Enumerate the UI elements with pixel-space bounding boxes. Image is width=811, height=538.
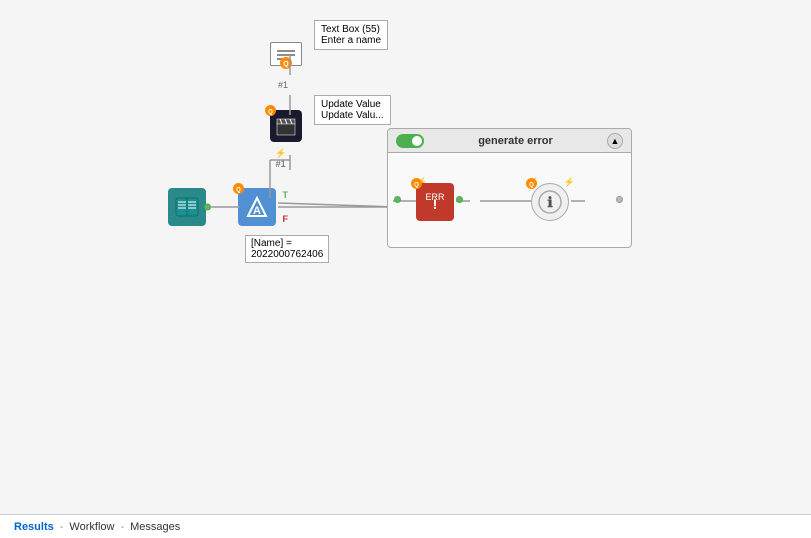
textbox-badge-icon: Q <box>279 56 293 70</box>
textbox-num-label: #1 <box>278 80 288 90</box>
textbox-badge: Q <box>279 56 293 73</box>
svg-text:Q: Q <box>529 183 534 189</box>
error-badge: Q <box>410 177 423 193</box>
connector-lines <box>0 0 811 514</box>
info-lightning: ⚡ <box>564 177 575 188</box>
generate-error-container: generate error ▲ ⚡ <box>387 128 632 248</box>
update-num-label: ⚡ #1 <box>275 148 286 169</box>
svg-text:A: A <box>253 205 261 217</box>
textbox-tooltip: Text Box (55) Enter a name <box>314 20 388 50</box>
azure-node-icon: A <box>244 194 270 220</box>
update-value-node[interactable]: Q <box>270 110 302 142</box>
info-badge-icon: Q <box>525 177 538 190</box>
generate-error-header: generate error ▲ <box>388 129 631 153</box>
update-tooltip-line1: Update Value <box>321 99 384 110</box>
update-badge-q-icon: Q <box>264 104 277 117</box>
error-node[interactable]: ! ERR Q <box>416 183 454 221</box>
info-node[interactable]: ℹ Q ⚡ <box>531 183 569 221</box>
bottom-bar-sep2: - <box>118 521 126 533</box>
workflow-canvas: Text Box (55) Enter a name Q #1 Update V… <box>0 0 811 514</box>
info-node-icon: ℹ <box>537 189 563 215</box>
bottom-bar-workflow[interactable]: Workflow <box>65 521 118 533</box>
azure-node[interactable]: Q A T F <box>238 188 276 226</box>
value-label-text: [Name] = <box>251 238 323 249</box>
bottom-bar-sep1: - <box>58 521 66 533</box>
azure-badge-q: Q <box>232 182 245 198</box>
update-value-icon <box>275 116 297 136</box>
svg-text:Q: Q <box>414 183 419 189</box>
bottom-bar: Results - Workflow - Messages <box>0 514 811 538</box>
textbox-tooltip-line2: Enter a name <box>321 35 381 46</box>
collapse-button[interactable]: ▲ <box>607 133 623 149</box>
book-node[interactable] <box>168 188 206 226</box>
svg-text:Q: Q <box>283 61 289 68</box>
update-badge-q: Q <box>264 104 277 120</box>
book-icon <box>174 195 200 219</box>
svg-text:Q: Q <box>268 110 273 116</box>
value-label-value: 2022000762406 <box>251 249 323 260</box>
error-node-icon: ! ERR <box>422 189 448 215</box>
main-connectors-overlay <box>0 0 811 514</box>
bottom-bar-messages[interactable]: Messages <box>126 521 184 533</box>
azure-badge-q-icon: Q <box>232 182 245 195</box>
value-label: [Name] = 2022000762406 <box>245 235 329 263</box>
bottom-bar-results[interactable]: Results <box>10 521 58 533</box>
textbox-tooltip-line1: Text Box (55) <box>321 24 381 35</box>
true-label: T <box>283 190 289 200</box>
svg-text:Q: Q <box>236 188 241 194</box>
false-label: F <box>283 214 289 224</box>
error-badge-icon: Q <box>410 177 423 190</box>
textbox-node[interactable]: Q <box>270 42 302 66</box>
error-output-port <box>456 196 463 203</box>
entry-port <box>394 196 401 203</box>
update-tooltip-line2: Update Valu... <box>321 110 384 121</box>
info-badge: Q <box>525 177 538 193</box>
generate-error-body: ⚡ ! ERR Q <box>388 153 631 249</box>
exit-port <box>616 196 623 203</box>
svg-text:ℹ: ℹ <box>547 194 553 210</box>
generate-error-toggle[interactable] <box>396 134 424 148</box>
book-output-port <box>204 204 211 211</box>
generate-error-title: generate error <box>424 135 607 147</box>
update-tooltip: Update Value Update Valu... <box>314 95 391 125</box>
svg-text:ERR: ERR <box>425 192 445 202</box>
